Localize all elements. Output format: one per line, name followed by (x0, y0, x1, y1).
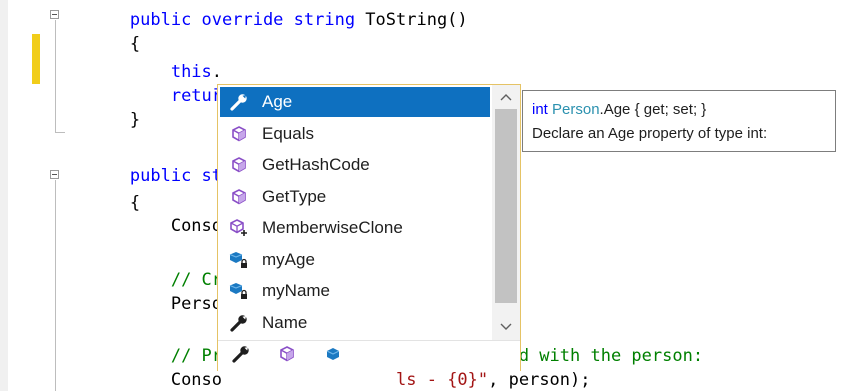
code-token: this (170, 62, 212, 82)
method-cube-icon (228, 154, 250, 176)
scrollbar-thumb[interactable] (495, 109, 517, 303)
change-indicator (32, 34, 40, 84)
code-token: Conso (170, 216, 223, 236)
completion-item-label: GetHashCode (262, 155, 370, 174)
wrench-icon (228, 91, 250, 113)
method-cube-icon (228, 123, 250, 145)
code-token: Conso (170, 370, 223, 390)
completion-item-label: Equals (262, 123, 314, 143)
code-line: public override string ToString() (48, 10, 468, 30)
fields-filter-button[interactable] (322, 346, 344, 366)
intellisense-completion-list[interactable]: Age Equals GetHashCode GetType MemberwiseClo… (217, 84, 521, 371)
tooltip-description: Declare an Age property of type int: (532, 125, 768, 142)
completion-item-name[interactable]: Name (220, 308, 490, 338)
code-token: ToString() (365, 10, 468, 30)
wrench-icon (231, 344, 251, 369)
code-line: { (48, 193, 140, 213)
code-token: } (129, 110, 141, 130)
tooltip-member: .Age { get; set; } (599, 101, 707, 118)
completion-filter-bar (218, 340, 520, 371)
code-line: public st (48, 166, 222, 186)
completion-item-myname[interactable]: myName (220, 276, 490, 306)
completion-item-label: Age (262, 92, 293, 111)
method-cube-icon (278, 345, 296, 368)
code-token: . (211, 62, 223, 82)
code-token: { (129, 34, 141, 54)
completion-item-label: GetType (262, 186, 327, 206)
code-token: // Pr (170, 346, 223, 366)
private-field-icon (228, 249, 250, 271)
completion-item-label: myAge (262, 249, 315, 269)
code-token: { (129, 193, 141, 213)
code-line: this. (48, 62, 222, 82)
private-field-icon (228, 280, 250, 302)
completion-item-age[interactable]: Age (220, 87, 490, 117)
completion-items: Age Equals GetHashCode GetType MemberwiseClo… (218, 85, 490, 340)
completion-scrollbar[interactable] (492, 85, 520, 340)
field-icon (325, 346, 341, 367)
properties-filter-button[interactable] (230, 344, 252, 369)
completion-item-label: MemberwiseClone (262, 218, 403, 237)
completion-item-label: myName (262, 281, 331, 300)
code-line: Perso (48, 294, 222, 314)
completion-item-gettype[interactable]: GetType (220, 182, 490, 212)
code-line: // Cr (48, 270, 222, 290)
code-line: Conso ls - {0}", person); (48, 370, 591, 390)
completion-item-myage[interactable]: myAge (220, 245, 490, 275)
code-line: retur̄ (48, 86, 222, 106)
quick-info-tooltip: int Person.Age { get; set; } Declare an … (522, 90, 836, 152)
scroll-down-icon[interactable] (498, 319, 514, 335)
fold-guide-end (55, 132, 65, 133)
tooltip-signature: int Person.Age { get; set; } (532, 98, 835, 122)
code-token: ls - {0}" (396, 370, 489, 390)
code-token: retur (170, 86, 223, 106)
code-line: { (48, 34, 140, 54)
protected-method-icon (228, 217, 250, 239)
scroll-up-icon[interactable] (498, 89, 514, 105)
code-token: // Cr (170, 270, 223, 290)
tooltip-class: Person (552, 101, 600, 118)
completion-item-label: Name (262, 312, 308, 332)
method-cube-icon (228, 186, 250, 208)
code-token: public st (129, 166, 223, 186)
code-token: , person); (488, 370, 591, 390)
completion-item-equals[interactable]: Equals (220, 119, 490, 149)
completion-item-memberwiseclone[interactable]: MemberwiseClone (220, 213, 490, 243)
tooltip-type: int (532, 101, 548, 118)
code-line: } (48, 110, 140, 130)
completion-item-gethashcode[interactable]: GetHashCode (220, 150, 490, 180)
wrench-icon (228, 312, 250, 334)
editor-margin (0, 0, 8, 391)
code-token: Perso (170, 294, 223, 314)
methods-filter-button[interactable] (276, 345, 298, 368)
code-token: public override string (129, 10, 366, 30)
